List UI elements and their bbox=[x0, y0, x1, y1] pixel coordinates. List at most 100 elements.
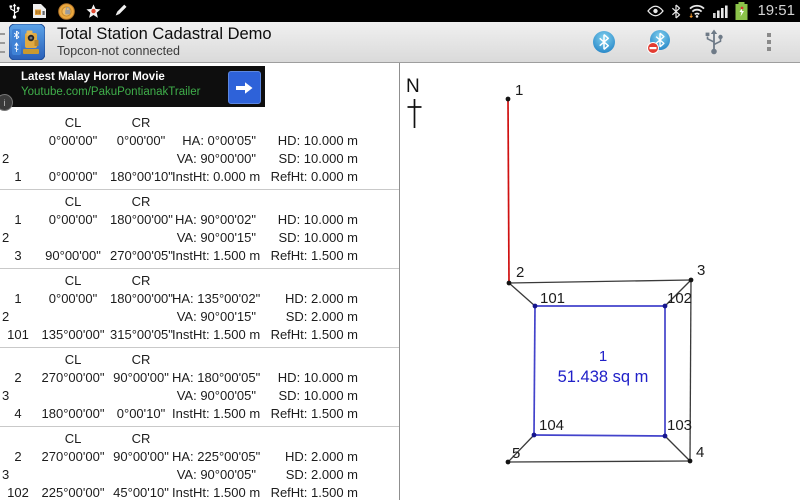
cell-point: 1 bbox=[0, 290, 36, 308]
observation-row: 1 0°00'00" 180°00'00" HA: 90°00'02" HD: … bbox=[0, 211, 399, 229]
col-header-cl: CL bbox=[36, 351, 110, 369]
north-label: N bbox=[406, 76, 420, 98]
cell-sd: SD: 10.000 m bbox=[256, 387, 358, 405]
status-time: 19:51 bbox=[757, 0, 795, 22]
cell-station: 2 bbox=[0, 229, 36, 247]
svg-text:3: 3 bbox=[697, 262, 705, 279]
bluetooth-icon bbox=[671, 4, 681, 19]
plot-panel[interactable]: 12345101102103104 N 1 51.438 sq m bbox=[400, 63, 800, 500]
cell-va: VA: 90°00'05" bbox=[172, 466, 256, 484]
svg-text:103: 103 bbox=[667, 417, 692, 434]
cell-point: 101 bbox=[0, 326, 36, 344]
overflow-menu-icon[interactable] bbox=[756, 29, 782, 55]
cell-refht: RefHt: 1.500 m bbox=[256, 247, 358, 265]
cell-va: VA: 90°00'15" bbox=[172, 229, 256, 247]
cell-station: 3 bbox=[0, 387, 36, 405]
content-area: Latest Malay Horror Movie Youtube.com/Pa… bbox=[0, 63, 800, 500]
cell-va: VA: 90°00'05" bbox=[172, 387, 256, 405]
cell-sd: SD: 2.000 m bbox=[256, 466, 358, 484]
observation-blocks: CL CR 0°00'00" 0°00'00" HA: 0°00'05" HD:… bbox=[0, 111, 399, 500]
action-bar-titles: Total Station Cadastral Demo Topcon-not … bbox=[57, 25, 272, 59]
col-header-cr: CR bbox=[110, 351, 172, 369]
cell-instht: InstHt: 1.500 m bbox=[172, 484, 256, 500]
cell-point: 1 bbox=[0, 168, 36, 186]
svg-text:101: 101 bbox=[540, 290, 565, 307]
ad-info-icon[interactable]: i bbox=[0, 94, 13, 111]
usb-icon[interactable] bbox=[701, 29, 727, 55]
cell-cr: 90°00'00" bbox=[110, 448, 172, 466]
cell-refht: RefHt: 1.500 m bbox=[256, 405, 358, 423]
bluetooth-enabled-icon[interactable] bbox=[591, 29, 617, 55]
connection-status: Topcon-not connected bbox=[57, 44, 272, 59]
observation-block[interactable]: CL CR 1 0°00'00" 180°00'00" HA: 135°00'0… bbox=[0, 269, 399, 348]
arrow-right-icon bbox=[236, 81, 253, 95]
observation-row: 102 225°00'00" 45°00'10" InstHt: 1.500 m… bbox=[0, 484, 399, 500]
observation-list: Latest Malay Horror Movie Youtube.com/Pa… bbox=[0, 63, 399, 500]
cell-point: 3 bbox=[0, 247, 36, 265]
ad-cta-button[interactable] bbox=[228, 71, 261, 104]
cell-station: 2 bbox=[0, 150, 36, 168]
cell-va: VA: 90°00'15" bbox=[172, 308, 256, 326]
observation-row: 2 VA: 90°00'00" SD: 10.000 m bbox=[0, 150, 399, 168]
coin-app-icon bbox=[58, 3, 75, 20]
cell-ha: HA: 135°00'02" bbox=[172, 290, 256, 308]
cell-instht: InstHt: 1.500 m bbox=[172, 326, 256, 344]
cell-point: 102 bbox=[0, 484, 36, 500]
observation-row: 2 VA: 90°00'15" SD: 2.000 m bbox=[0, 308, 399, 326]
cell-sd: SD: 2.000 m bbox=[256, 308, 358, 326]
battery-icon bbox=[735, 2, 748, 20]
cell-cr: 180°00'00" bbox=[110, 211, 172, 229]
usb-icon bbox=[8, 3, 21, 19]
svg-text:4: 4 bbox=[696, 444, 704, 461]
observation-block[interactable]: CL CR 2 270°00'00" 90°00'00" HA: 225°00'… bbox=[0, 427, 399, 500]
observation-block[interactable]: CL CR 1 0°00'00" 180°00'00" HA: 90°00'02… bbox=[0, 190, 399, 269]
svg-text:104: 104 bbox=[539, 417, 564, 434]
parcel-area: 51.438 sq m bbox=[528, 367, 678, 387]
cell-instht: InstHt: 1.500 m bbox=[172, 247, 256, 265]
action-bar: Total Station Cadastral Demo Topcon-not … bbox=[0, 22, 800, 63]
cell-sd: SD: 10.000 m bbox=[256, 229, 358, 247]
observation-row: 1 0°00'00" 180°00'10" InstHt: 0.000 m Re… bbox=[0, 168, 399, 186]
cell-cl: 0°00'00" bbox=[36, 168, 110, 186]
drawer-handle-icon[interactable] bbox=[0, 33, 6, 53]
ad-url[interactable]: Youtube.com/PakuPontianakTrailer bbox=[21, 86, 200, 98]
cell-cl: 270°00'00" bbox=[36, 448, 110, 466]
app-icon[interactable] bbox=[9, 24, 45, 60]
pencil-icon bbox=[112, 3, 128, 19]
observation-header: CL CR bbox=[0, 114, 399, 132]
observation-block[interactable]: CL CR 2 270°00'00" 90°00'00" HA: 180°00'… bbox=[0, 348, 399, 427]
survey-plot[interactable]: 12345101102103104 bbox=[400, 63, 800, 500]
observation-header: CL CR bbox=[0, 193, 399, 211]
cell-point: 1 bbox=[0, 211, 36, 229]
cell-point: 2 bbox=[0, 369, 36, 387]
observation-row: 2 VA: 90°00'15" SD: 10.000 m bbox=[0, 229, 399, 247]
cell-instht: InstHt: 1.500 m bbox=[172, 405, 256, 423]
parcel-id: 1 bbox=[528, 347, 678, 367]
observation-row: 0°00'00" 0°00'00" HA: 0°00'05" HD: 10.00… bbox=[0, 132, 399, 150]
cell-hd: HD: 10.000 m bbox=[256, 132, 358, 150]
observation-row: 3 90°00'00" 270°00'05" InstHt: 1.500 m R… bbox=[0, 247, 399, 265]
cell-hd: HD: 2.000 m bbox=[256, 290, 358, 308]
observation-block[interactable]: CL CR 0°00'00" 0°00'00" HA: 0°00'05" HD:… bbox=[0, 111, 399, 190]
star-icon bbox=[86, 4, 101, 19]
bluetooth-disabled-icon[interactable] bbox=[646, 29, 672, 55]
svg-text:2: 2 bbox=[516, 264, 524, 281]
ad-banner[interactable]: Latest Malay Horror Movie Youtube.com/Pa… bbox=[0, 66, 265, 107]
cell-refht: RefHt: 0.000 m bbox=[256, 168, 358, 186]
cell-cr: 180°00'10" bbox=[110, 168, 172, 186]
cell-point: 2 bbox=[0, 448, 36, 466]
sim-card-icon bbox=[32, 3, 47, 19]
cell-sd: SD: 10.000 m bbox=[256, 150, 358, 168]
observation-row: 101 135°00'00" 315°00'05" InstHt: 1.500 … bbox=[0, 326, 399, 344]
col-header-cr: CR bbox=[110, 272, 172, 290]
cell-cl: 0°00'00" bbox=[36, 211, 110, 229]
cell-va: VA: 90°00'00" bbox=[172, 150, 256, 168]
cell-point bbox=[0, 132, 36, 150]
app-title: Total Station Cadastral Demo bbox=[57, 25, 272, 44]
status-bar-right: 19:51 bbox=[647, 0, 800, 22]
cell-ha: HA: 0°00'05" bbox=[172, 132, 256, 150]
observation-header: CL CR bbox=[0, 351, 399, 369]
observation-row: 3 VA: 90°00'05" SD: 2.000 m bbox=[0, 466, 399, 484]
cell-cr: 0°00'00" bbox=[110, 132, 172, 150]
svg-text:1: 1 bbox=[515, 82, 523, 99]
